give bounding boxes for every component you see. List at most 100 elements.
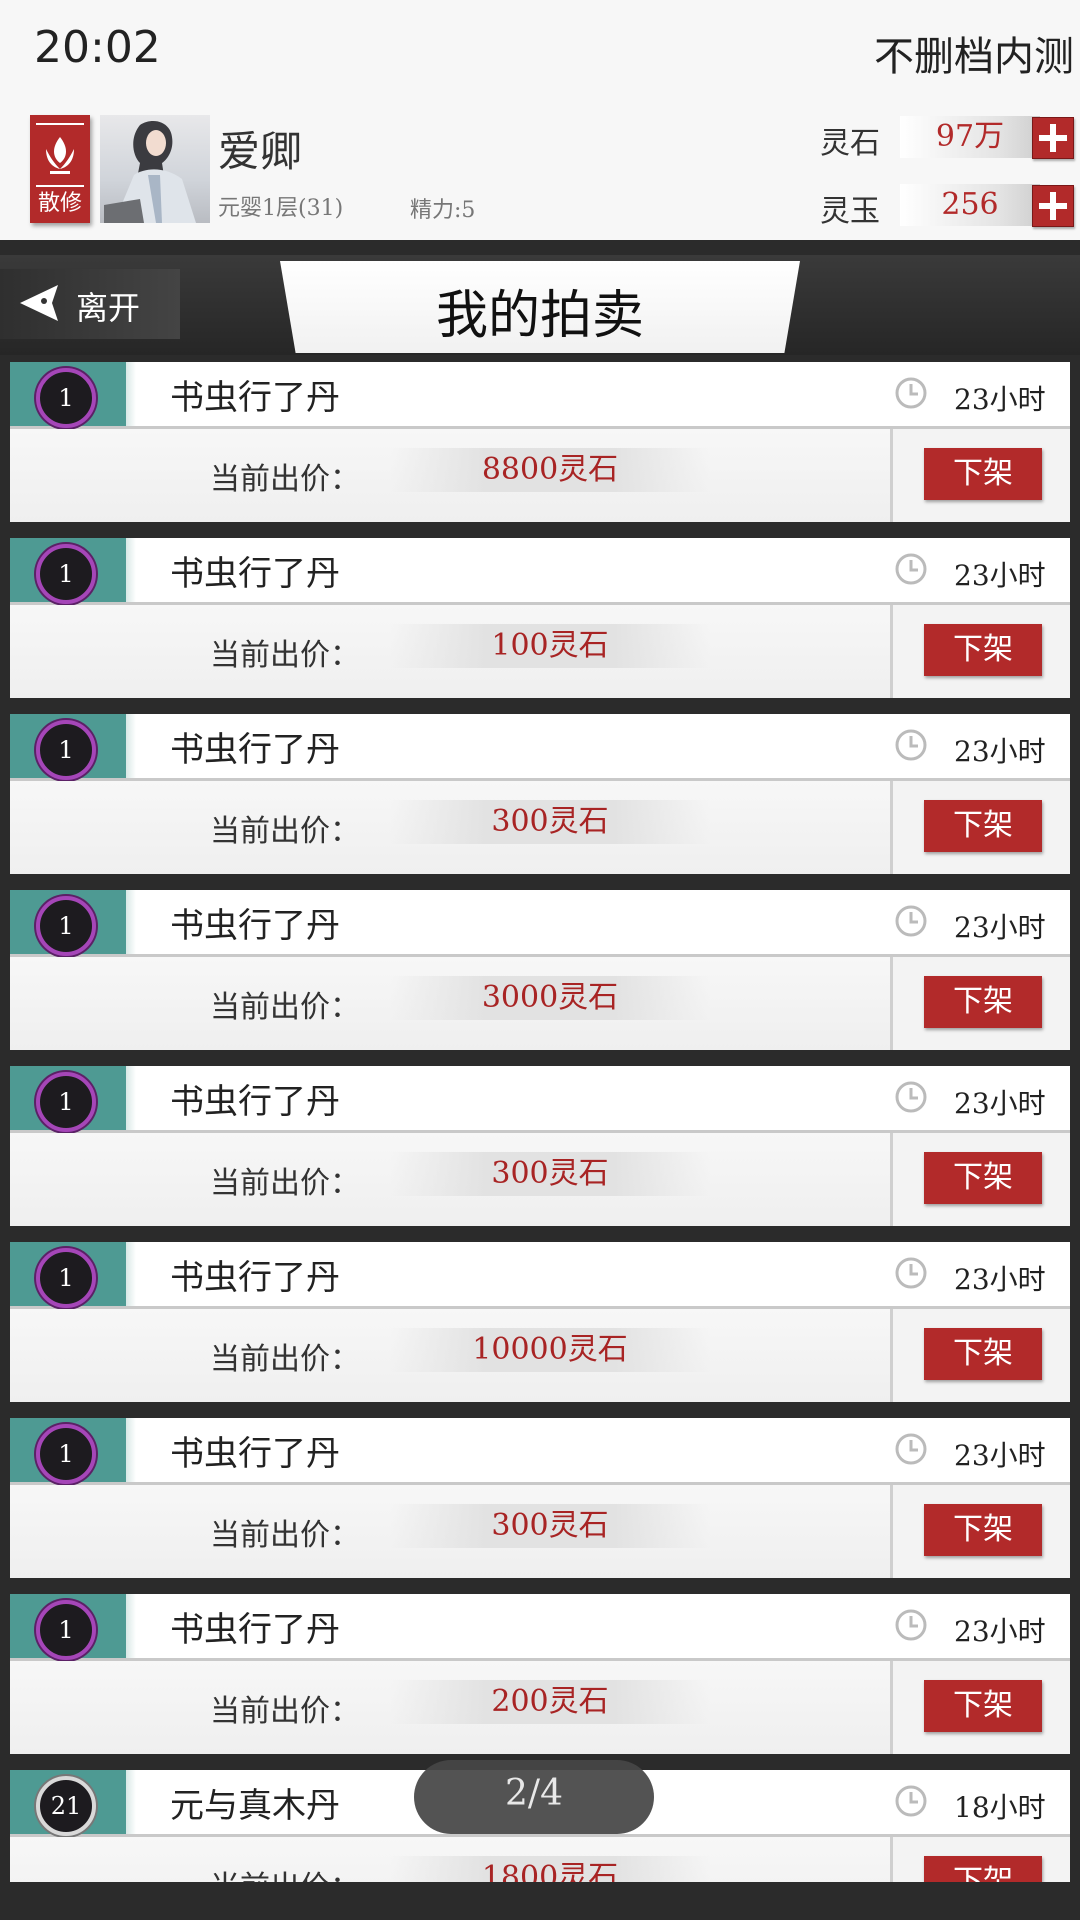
faction-label: 散修	[37, 191, 82, 216]
clock-icon	[895, 1609, 927, 1641]
rarity-strip-edge	[126, 1418, 136, 1482]
item-level-badge: 1	[36, 544, 96, 604]
time-left: 23小时	[954, 1263, 1046, 1296]
current-bid: 10000灵石	[390, 1328, 710, 1372]
time-left: 23小时	[954, 911, 1046, 944]
currency-value-lingshi: 97万	[900, 116, 1040, 158]
time-left: 23小时	[954, 1439, 1046, 1472]
clock-icon	[895, 1433, 927, 1465]
auction-item[interactable]: 1 书虫行了丹 23小时 当前出价： 300灵石 下架	[10, 714, 1070, 874]
bid-label: 当前出价：	[210, 1166, 360, 1201]
player-avatar[interactable]	[100, 115, 210, 223]
delist-button[interactable]: 下架	[924, 1680, 1042, 1732]
current-bid: 300灵石	[390, 800, 710, 844]
current-bid: 300灵石	[390, 1504, 710, 1548]
delist-button[interactable]: 下架	[924, 448, 1042, 500]
item-name: 书虫行了丹	[170, 906, 340, 946]
clock-icon	[895, 1785, 927, 1817]
delist-button[interactable]: 下架	[924, 1856, 1042, 1882]
leave-button[interactable]: 离开	[0, 269, 180, 339]
title-bar: 离开 我的拍卖	[0, 255, 1080, 355]
bid-label: 当前出价：	[210, 638, 360, 673]
delist-button[interactable]: 下架	[924, 1328, 1042, 1380]
current-bid: 300灵石	[390, 1152, 710, 1196]
bid-label: 当前出价：	[210, 462, 360, 497]
item-divider	[890, 1661, 893, 1754]
leave-label: 离开	[76, 289, 141, 327]
auction-item[interactable]: 1 书虫行了丹 23小时 当前出价： 8800灵石 下架	[10, 362, 1070, 522]
currency-label-lingyu: 灵玉	[820, 194, 880, 229]
time-left: 23小时	[954, 1087, 1046, 1120]
auction-item[interactable]: 1 书虫行了丹 23小时 当前出价： 300灵石 下架	[10, 1418, 1070, 1578]
bid-label: 当前出价：	[210, 1694, 360, 1729]
time-left: 18小时	[954, 1791, 1046, 1824]
item-divider	[890, 1309, 893, 1402]
rarity-strip-edge	[126, 1594, 136, 1658]
item-level-badge: 1	[36, 1600, 96, 1660]
item-divider	[890, 1133, 893, 1226]
rarity-strip-edge	[126, 890, 136, 954]
delist-button[interactable]: 下架	[924, 976, 1042, 1028]
item-name: 书虫行了丹	[170, 1258, 340, 1298]
rarity-strip-edge	[126, 714, 136, 778]
auction-item[interactable]: 1 书虫行了丹 23小时 当前出价： 300灵石 下架	[10, 1066, 1070, 1226]
current-bid: 100灵石	[390, 624, 710, 668]
item-name: 书虫行了丹	[170, 1610, 340, 1650]
rarity-strip-edge	[126, 538, 136, 602]
clock-icon	[895, 1081, 927, 1113]
delist-button[interactable]: 下架	[924, 624, 1042, 676]
current-bid: 8800灵石	[390, 448, 710, 492]
player-energy: 精力:5	[410, 198, 476, 223]
item-name: 书虫行了丹	[170, 730, 340, 770]
bottom-bar	[0, 1882, 1080, 1920]
item-level-badge: 1	[36, 1072, 96, 1132]
time-left: 23小时	[954, 559, 1046, 592]
delist-button[interactable]: 下架	[924, 800, 1042, 852]
clock-icon	[895, 1257, 927, 1289]
current-bid: 200灵石	[390, 1680, 710, 1724]
lotus-icon	[46, 137, 74, 174]
item-name: 书虫行了丹	[170, 554, 340, 594]
item-level-badge: 21	[36, 1776, 96, 1836]
clock-icon	[895, 905, 927, 937]
item-level-badge: 1	[36, 896, 96, 956]
item-divider	[890, 781, 893, 874]
delist-button[interactable]: 下架	[924, 1152, 1042, 1204]
rarity-strip-edge	[126, 1066, 136, 1130]
delist-button[interactable]: 下架	[924, 1504, 1042, 1556]
item-level-badge: 1	[36, 1248, 96, 1308]
auction-item[interactable]: 1 书虫行了丹 23小时 当前出价： 200灵石 下架	[10, 1594, 1070, 1754]
auction-item[interactable]: 1 书虫行了丹 23小时 当前出价： 3000灵石 下架	[10, 890, 1070, 1050]
bid-label: 当前出价：	[210, 1862, 360, 1882]
item-level-badge: 1	[36, 720, 96, 780]
add-lingyu-button[interactable]	[1032, 185, 1074, 227]
time-left: 23小时	[954, 1615, 1046, 1648]
auction-item[interactable]: 1 书虫行了丹 23小时 当前出价： 100灵石 下架	[10, 538, 1070, 698]
page-indicator[interactable]: 2/4	[414, 1760, 654, 1834]
item-name: 书虫行了丹	[170, 378, 340, 418]
character-portrait-icon	[104, 121, 196, 223]
bid-label: 当前出价：	[210, 1342, 360, 1377]
item-name: 书虫行了丹	[170, 1082, 340, 1122]
time-left: 23小时	[954, 735, 1046, 768]
rarity-strip-edge	[126, 362, 136, 426]
rarity-strip-edge	[126, 1770, 136, 1834]
clock-icon	[895, 377, 927, 409]
page-title: 我的拍卖	[435, 286, 644, 346]
item-divider	[890, 605, 893, 698]
time-left: 23小时	[954, 383, 1046, 416]
clock-icon	[895, 729, 927, 761]
title-plate: 我的拍卖	[280, 261, 800, 353]
auction-item[interactable]: 1 书虫行了丹 23小时 当前出价： 10000灵石 下架	[10, 1242, 1070, 1402]
top-header: 20:02 不删档内测 散修 爱卿 元婴1层(31) 精力:5 灵石 97万 灵…	[0, 0, 1080, 240]
server-name: 不删档内测	[874, 34, 1074, 80]
clock-icon	[895, 553, 927, 585]
item-name: 书虫行了丹	[170, 1434, 340, 1474]
bid-label: 当前出价：	[210, 814, 360, 849]
add-lingshi-button[interactable]	[1032, 117, 1074, 159]
status-time: 20:02	[34, 22, 161, 73]
badge-line-top	[36, 123, 84, 125]
faction-badge[interactable]: 散修	[30, 115, 90, 223]
item-divider	[890, 1485, 893, 1578]
current-bid: 3000灵石	[390, 976, 710, 1020]
